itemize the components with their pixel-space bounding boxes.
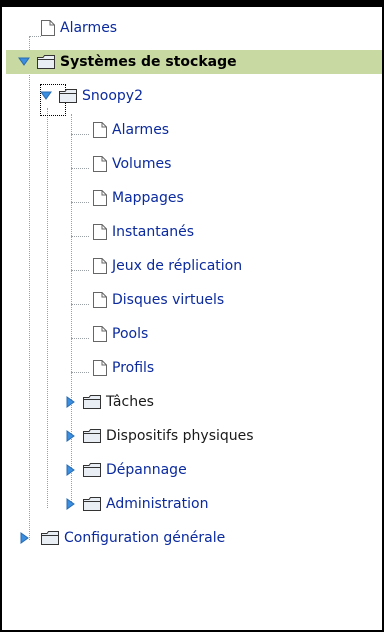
tree-item-label: Snoopy2 — [82, 88, 143, 104]
tree-item-dispositifs-physiques[interactable]: Dispositifs physiques — [66, 424, 254, 448]
tree-connector — [71, 304, 89, 305]
expand-toggle-collapsed-icon[interactable] — [66, 498, 76, 510]
folder-open-icon — [36, 54, 56, 70]
folder-icon — [82, 394, 102, 410]
tree-item-disques-virtuels[interactable]: Disques virtuels — [92, 288, 224, 312]
tree-connector — [71, 168, 89, 169]
tree-item-profils[interactable]: Profils — [92, 356, 154, 380]
tree-connector — [29, 72, 30, 540]
tree-item-label: Profils — [112, 360, 155, 376]
document-icon — [92, 155, 108, 173]
tree-item-snoopy2[interactable]: Snoopy2 — [40, 84, 143, 108]
document-icon — [40, 19, 56, 37]
document-icon — [92, 291, 108, 309]
tree-item-label: Volumes — [112, 156, 172, 172]
tree-item-depannage[interactable]: Dépannage — [66, 458, 187, 482]
tree-item-label: Mappages — [112, 190, 184, 206]
document-icon — [92, 359, 108, 377]
expand-toggle-expanded-icon[interactable] — [18, 57, 30, 67]
tree-item-administration[interactable]: Administration — [66, 492, 208, 516]
tree-item-label: Alarmes — [60, 20, 118, 36]
navigation-tree-panel: Alarmes Systèmes de stockage Snoopy2 Ala… — [0, 0, 384, 632]
document-icon — [92, 257, 108, 275]
tree-item-label: Dispositifs physiques — [106, 428, 254, 444]
expand-toggle-collapsed-icon[interactable] — [66, 396, 76, 408]
folder-icon — [40, 530, 60, 546]
document-icon — [92, 325, 108, 343]
panel-top-border — [2, 0, 384, 7]
tree-item-label: Disques virtuels — [112, 292, 225, 308]
tree-item-mappages[interactable]: Mappages — [92, 186, 184, 210]
tree-connector — [71, 372, 89, 373]
tree-connector — [71, 236, 89, 237]
tree-item-label: Tâches — [106, 394, 154, 410]
expand-toggle-collapsed-icon[interactable] — [66, 464, 76, 476]
tree-item-instantanes[interactable]: Instantanés — [92, 220, 194, 244]
folder-icon — [82, 462, 102, 478]
tree-item-systemes-de-stockage[interactable]: Systèmes de stockage — [6, 50, 382, 74]
document-icon — [92, 121, 108, 139]
tree-item-label: Alarmes — [112, 122, 170, 138]
tree-connector — [71, 134, 89, 135]
document-icon — [92, 223, 108, 241]
tree-item-configuration-generale[interactable]: Configuration générale — [20, 526, 225, 550]
expand-toggle-expanded-icon[interactable] — [40, 91, 52, 101]
folder-icon — [82, 496, 102, 512]
tree-item-taches[interactable]: Tâches — [66, 390, 154, 414]
tree-connector — [71, 270, 89, 271]
tree-item-label: Dépannage — [106, 462, 187, 478]
tree-connector — [71, 338, 89, 339]
tree-item-label: Systèmes de stockage — [60, 54, 237, 70]
expand-toggle-collapsed-icon[interactable] — [66, 430, 76, 442]
expand-toggle-collapsed-icon[interactable] — [20, 532, 30, 544]
folder-icon — [82, 428, 102, 444]
tree-connector — [47, 108, 48, 508]
tree-item-label: Pools — [112, 326, 149, 342]
tree-item-volumes[interactable]: Volumes — [92, 152, 171, 176]
tree-item-label: Configuration générale — [64, 530, 226, 546]
folder-open-icon — [58, 88, 78, 104]
document-icon — [92, 189, 108, 207]
tree-item-alarmes-root[interactable]: Alarmes — [40, 16, 117, 40]
tree-item-jeux-de-replication[interactable]: Jeux de réplication — [92, 254, 242, 278]
tree-item-label: Administration — [106, 496, 209, 512]
tree-item-pools[interactable]: Pools — [92, 322, 148, 346]
tree-item-alarmes[interactable]: Alarmes — [92, 118, 169, 142]
tree-connector — [71, 202, 89, 203]
tree-item-label: Jeux de réplication — [112, 258, 243, 274]
tree-item-label: Instantanés — [112, 224, 195, 240]
